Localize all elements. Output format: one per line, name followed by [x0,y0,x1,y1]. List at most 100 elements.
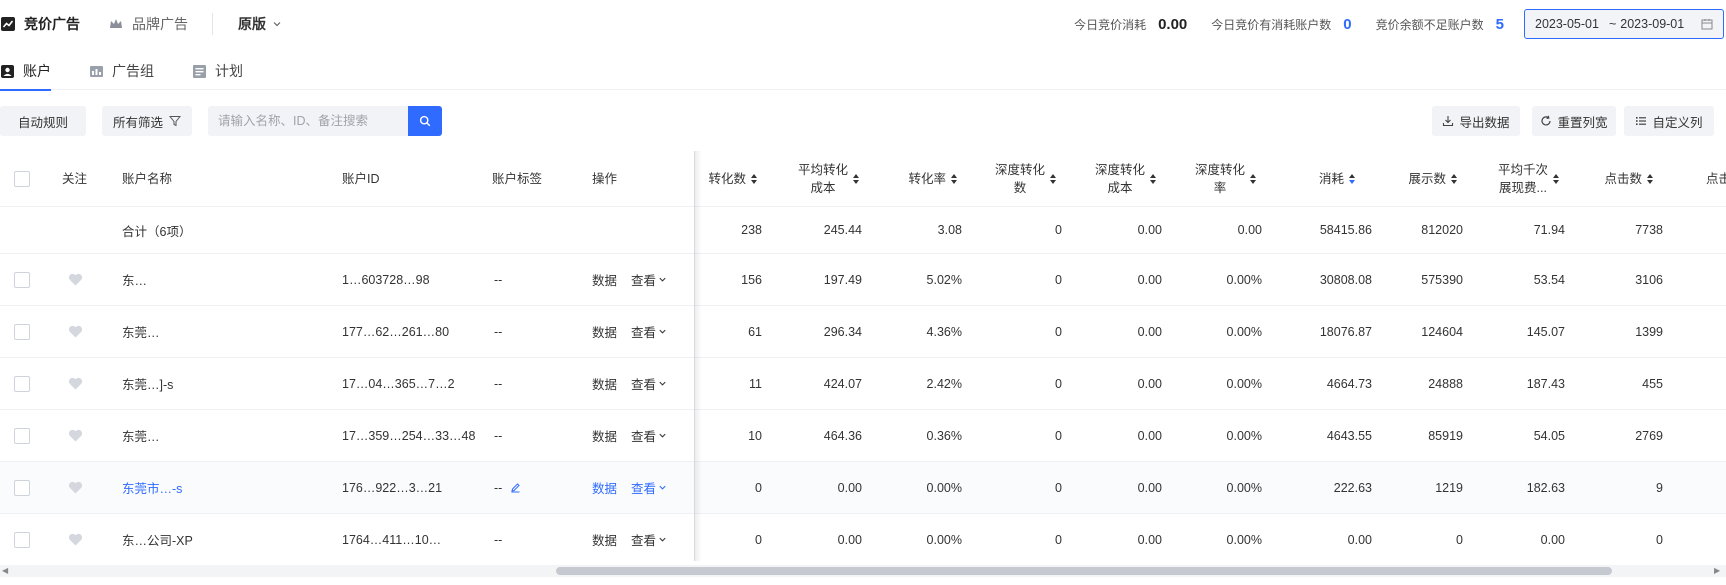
date-range-picker[interactable]: 2023-05-01 ~ 2023-09-01 [1524,9,1724,39]
heart-icon[interactable] [68,325,83,338]
header-next-col: 点击 [1706,171,1726,186]
view-dropdown[interactable]: 查看 [631,426,667,445]
header-deep-rate[interactable]: 深度转化率 [1175,151,1257,206]
heart-icon[interactable] [68,481,83,494]
cell-deep-conv: 0 [1055,376,1062,391]
data-link[interactable]: 数据 [592,322,617,341]
total-conv: 238 [741,223,762,237]
cell-cpm: 145.07 [1526,324,1565,339]
version-dropdown[interactable]: 原版 [238,14,282,34]
header-avg-conv-cost[interactable]: 平均转化 成本 [780,151,860,206]
tab-plan[interactable]: 计划 [192,52,243,90]
select-all-checkbox[interactable] [14,170,30,187]
horizontal-scrollbar[interactable]: ◀ ▶ [0,565,1726,577]
header-cpm[interactable]: 平均千次 展现费... [1488,151,1560,206]
heart-icon[interactable] [68,273,83,286]
scroll-right-icon[interactable]: ▶ [1714,566,1724,576]
account-name[interactable]: 东莞… [122,322,160,341]
nav-bidding-ads[interactable]: 竞价广告 [0,14,80,34]
header-conv-rate[interactable]: 转化率 [880,151,958,206]
header-deep-conv[interactable]: 深度转化数 [975,151,1057,206]
header-deep-cost[interactable]: 深度转化 成本 [1075,151,1157,206]
tab-account[interactable]: 账户 [0,52,51,91]
view-dropdown[interactable]: 查看 [631,478,667,497]
export-data-button[interactable]: 导出数据 [1432,106,1520,136]
sort-icon [1050,173,1056,184]
header-cost[interactable]: 消耗 [1290,151,1356,206]
tab-ad-group-label: 广告组 [112,63,154,79]
heart-icon[interactable] [68,429,83,442]
total-clicks: 7738 [1635,223,1663,237]
cell-clicks: 3106 [1635,272,1663,287]
chevron-down-icon [659,537,666,542]
cell-deep-cost: 0.00 [1137,532,1162,547]
data-link[interactable]: 数据 [592,478,617,497]
chevron-down-icon [659,485,666,490]
cell-impressions: 124604 [1421,324,1463,339]
cell-impressions: 85919 [1428,428,1463,443]
toolbar: 自动规则 所有筛选 导出数据 重置列宽 自定义列 [0,106,1726,136]
data-link[interactable]: 数据 [592,530,617,549]
cell-cpm: 187.43 [1526,376,1565,391]
stat-low-balance-label: 竞价余额不足账户数 [1375,17,1484,32]
scrollbar-thumb[interactable] [556,567,1612,575]
reset-column-width-button[interactable]: 重置列宽 [1532,106,1616,136]
download-icon [1443,116,1454,127]
view-dropdown[interactable]: 查看 [631,374,667,393]
heart-icon[interactable] [68,533,83,546]
data-link[interactable]: 数据 [592,270,617,289]
all-filter-button[interactable]: 所有筛选 [102,106,192,136]
row-checkbox[interactable] [14,531,30,548]
total-row: 合计（6项） 238 245.44 3.08 0 0.00 0.00 58415… [0,207,1726,254]
cell-clicks: 0 [1656,532,1663,547]
cell-deep-cost: 0.00 [1137,324,1162,339]
view-dropdown[interactable]: 查看 [631,530,667,549]
view-dropdown[interactable]: 查看 [631,270,667,289]
row-checkbox[interactable] [14,375,30,392]
auto-rule-button[interactable]: 自动规则 [0,106,86,136]
cell-deep-conv: 0 [1055,428,1062,443]
row-checkbox[interactable] [14,479,30,496]
view-label: 查看 [631,274,657,288]
scroll-left-icon[interactable]: ◀ [2,566,12,576]
search-input[interactable] [208,106,408,136]
account-name[interactable]: 东莞…]-s [122,374,173,393]
edit-icon[interactable] [510,482,521,493]
row-checkbox[interactable] [14,323,30,340]
table-row: 东… 1…603728…98 -- 数据 查看 156 197.49 5.02% 0 0.00 0.… [0,254,1726,306]
header-clicks[interactable]: 点击数 [1588,151,1654,206]
header-impressions[interactable]: 展示数 [1390,151,1458,206]
view-label: 查看 [631,534,657,548]
view-dropdown[interactable]: 查看 [631,322,667,341]
cell-clicks: 1399 [1635,324,1663,339]
header-deep-rate-l1: 深度转化 [1194,162,1245,177]
row-checkbox[interactable] [14,271,30,288]
data-link[interactable]: 数据 [592,426,617,445]
account-tag: -- [494,532,503,547]
tab-ad-group[interactable]: 广告组 [89,52,154,90]
custom-columns-button[interactable]: 自定义列 [1624,106,1714,136]
row-checkbox[interactable] [14,427,30,444]
chevron-down-icon [659,381,666,386]
chevron-down-icon [659,277,666,282]
search-button[interactable] [408,106,442,136]
header-cost-label: 消耗 [1318,171,1344,186]
header-conv-rate-label: 转化率 [908,171,946,186]
stats-bar: 今日竞价消耗 0.00 今日竞价有消耗账户数 0 竞价余额不足账户数 5 202… [1074,0,1726,48]
account-name[interactable]: 东莞市…-s [122,478,182,497]
heart-icon[interactable] [68,377,83,390]
cell-cpm: 53.54 [1533,272,1565,287]
data-link[interactable]: 数据 [592,374,617,393]
account-name[interactable]: 东莞… [122,426,160,445]
account-name[interactable]: 东…公司-XP [122,530,193,549]
account-name[interactable]: 东… [122,270,147,289]
nav-brand-ads[interactable]: 品牌广告 [108,14,188,34]
account-tag: -- [494,324,503,339]
header-account-tag: 账户标签 [492,171,543,186]
stat-today-cost-label: 今日竞价消耗 [1074,17,1147,32]
header-conversions[interactable]: 转化数 [700,151,758,206]
cell-conv-rate: 0.36% [926,428,962,443]
account-id: 17…04…365…7…2 [342,376,455,391]
account-tag: -- [494,272,503,287]
ad-group-icon [90,65,103,77]
